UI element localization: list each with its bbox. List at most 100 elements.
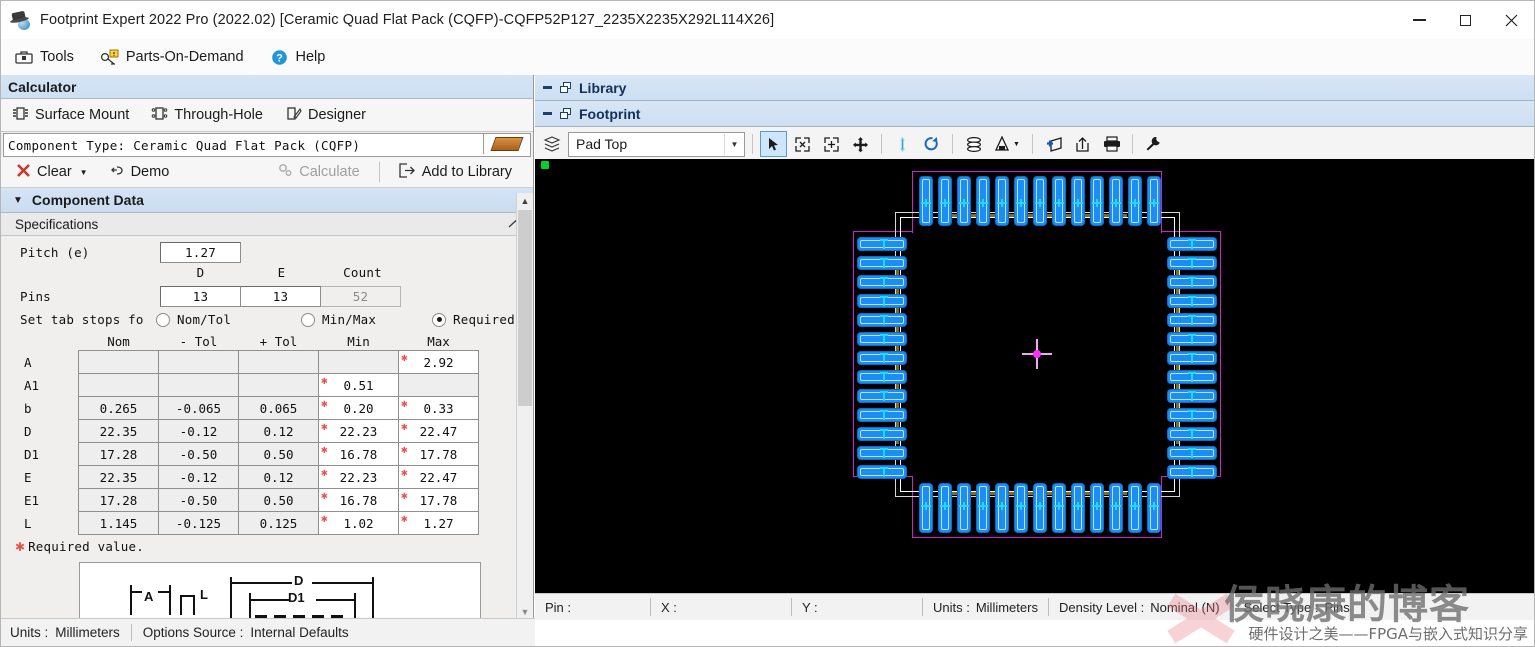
pad[interactable] [1148, 177, 1160, 225]
close-button[interactable] [1488, 1, 1534, 39]
zoom-window-tool[interactable] [818, 131, 845, 157]
pad[interactable] [1168, 371, 1216, 383]
pad[interactable] [920, 484, 932, 532]
pad[interactable] [1168, 352, 1216, 364]
wrench-tool[interactable] [1140, 131, 1167, 157]
demo-button[interactable]: Demo [101, 159, 179, 185]
cell-min[interactable]: ✱ 1.02 [318, 511, 399, 535]
footprint-canvas[interactable] [535, 159, 1534, 593]
cell-mtol[interactable] [158, 350, 239, 374]
cell-min[interactable]: ✱ 16.78 [318, 488, 399, 512]
cell-max[interactable]: ✱ 17.78 [398, 442, 479, 466]
pad[interactable] [858, 352, 906, 364]
pad[interactable] [1168, 238, 1216, 250]
pad[interactable] [1129, 484, 1141, 532]
pad[interactable] [958, 177, 970, 225]
cell-max[interactable]: ✱ 22.47 [398, 419, 479, 443]
restore-icon[interactable] [560, 81, 572, 94]
pad[interactable] [1168, 333, 1216, 345]
pad[interactable] [858, 314, 906, 326]
menu-item-tools[interactable]: Tools [1, 42, 87, 72]
add-to-library-button[interactable]: Add to Library [390, 159, 521, 185]
specifications-header[interactable]: Specifications [1, 213, 533, 236]
cell-min[interactable] [318, 350, 399, 374]
cell-mtol[interactable]: -0.50 [158, 488, 239, 512]
pad[interactable] [1091, 484, 1103, 532]
pad[interactable] [1072, 484, 1084, 532]
cell-mtol[interactable]: -0.12 [158, 419, 239, 443]
cell-max[interactable]: ✱ 17.78 [398, 488, 479, 512]
cell-min[interactable]: ✱ 0.20 [318, 396, 399, 420]
tab-surface-mount[interactable]: Surface Mount [1, 101, 140, 129]
scrollbar-thumb[interactable] [518, 210, 532, 406]
pad[interactable] [858, 409, 906, 421]
chevron-down-icon[interactable]: ▼ [1013, 141, 1020, 148]
cell-max[interactable] [398, 373, 479, 397]
pad[interactable] [858, 466, 906, 478]
pad[interactable] [858, 447, 906, 459]
cell-ptol[interactable]: 0.065 [238, 396, 319, 420]
pad[interactable] [1053, 177, 1065, 225]
restore-icon[interactable] [560, 107, 572, 120]
cell-max[interactable]: ✱ 1.27 [398, 511, 479, 535]
chevron-down-icon[interactable]: ▼ [724, 133, 744, 155]
measure-tool[interactable]: ▼ [989, 131, 1025, 157]
pad[interactable] [1168, 428, 1216, 440]
pins-d-input[interactable]: 13 [160, 285, 241, 307]
flip-vertical-tool[interactable] [889, 131, 916, 157]
cell-ptol[interactable] [238, 350, 319, 374]
pad[interactable] [939, 484, 951, 532]
radio-required[interactable] [432, 312, 446, 327]
cell-nom[interactable]: 1.145 [78, 511, 159, 535]
pad[interactable] [977, 177, 989, 225]
pad[interactable] [1168, 390, 1216, 402]
calculator-scrollbar[interactable]: ▲ ▼ [516, 193, 533, 620]
pad[interactable] [920, 177, 932, 225]
cell-ptol[interactable]: 0.12 [238, 419, 319, 443]
pad[interactable] [996, 484, 1008, 532]
pad[interactable] [1168, 466, 1216, 478]
library-dock-header[interactable]: Library [535, 75, 1534, 101]
pad[interactable] [1168, 447, 1216, 459]
cell-nom[interactable]: 22.35 [78, 465, 159, 489]
cell-ptol[interactable]: 0.50 [238, 442, 319, 466]
pad[interactable] [939, 177, 951, 225]
menu-item-help[interactable]: ? Help [257, 42, 339, 72]
cell-nom[interactable]: 0.265 [78, 396, 159, 420]
pad[interactable] [858, 295, 906, 307]
cell-nom[interactable] [78, 350, 159, 374]
cell-nom[interactable]: 17.28 [78, 442, 159, 466]
zoom-fit-tool[interactable] [789, 131, 816, 157]
pad[interactable] [1015, 177, 1027, 225]
minimize-icon[interactable] [542, 82, 553, 93]
cell-mtol[interactable]: -0.12 [158, 465, 239, 489]
cell-min[interactable]: ✱ 22.23 [318, 419, 399, 443]
pad[interactable] [1168, 276, 1216, 288]
chevron-down-icon[interactable]: ▼ [80, 168, 88, 177]
cell-ptol[interactable]: 0.12 [238, 465, 319, 489]
pad[interactable] [1168, 314, 1216, 326]
cell-nom[interactable] [78, 373, 159, 397]
pad[interactable] [1110, 177, 1122, 225]
pad[interactable] [977, 484, 989, 532]
cell-mtol[interactable] [158, 373, 239, 397]
pad[interactable] [858, 428, 906, 440]
pins-e-input[interactable]: 13 [241, 285, 321, 307]
pad[interactable] [1168, 295, 1216, 307]
cell-mtol[interactable]: -0.125 [158, 511, 239, 535]
cell-min[interactable]: ✱ 22.23 [318, 465, 399, 489]
cell-mtol[interactable]: -0.50 [158, 442, 239, 466]
pad[interactable] [996, 177, 1008, 225]
pad[interactable] [1034, 484, 1046, 532]
cell-max[interactable]: ✱ 2.92 [398, 350, 479, 374]
footprint-dock-header[interactable]: Footprint [535, 101, 1534, 127]
export-up-tool[interactable] [1069, 131, 1096, 157]
cell-min[interactable]: ✱ 16.78 [318, 442, 399, 466]
radio-min-max[interactable] [301, 312, 315, 327]
pad[interactable] [1129, 177, 1141, 225]
radio-nom-tol[interactable] [156, 312, 170, 327]
layer-select[interactable]: Pad Top ▼ [568, 131, 745, 157]
rotate-tool[interactable] [918, 131, 945, 157]
pad[interactable] [858, 238, 906, 250]
layer-stack-tool[interactable] [960, 131, 987, 157]
